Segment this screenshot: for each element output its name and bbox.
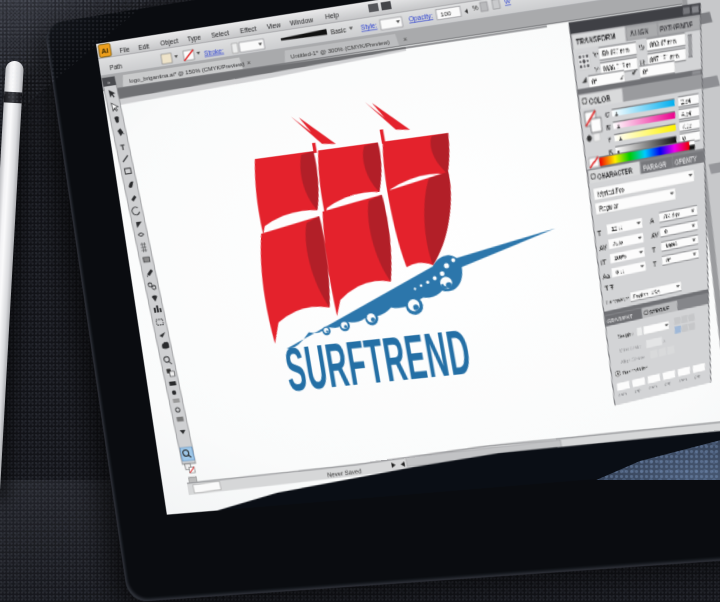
- svg-text:M: M: [606, 123, 611, 132]
- svg-text:0°: 0°: [643, 68, 649, 77]
- svg-text:X:: X:: [593, 51, 599, 60]
- svg-text:Ai: Ai: [101, 46, 110, 56]
- svg-text:0°: 0°: [592, 78, 598, 87]
- svg-text:W:: W:: [639, 44, 646, 54]
- svg-text:AV: AV: [599, 243, 608, 253]
- svg-text:A: A: [650, 216, 655, 225]
- svg-text:AV: AV: [651, 230, 659, 240]
- svg-text:File: File: [119, 46, 131, 55]
- svg-text:0°: 0°: [666, 257, 671, 264]
- svg-text:Aa: Aa: [602, 272, 610, 281]
- svg-text:C: C: [605, 111, 610, 120]
- svg-text:0: 0: [664, 229, 667, 235]
